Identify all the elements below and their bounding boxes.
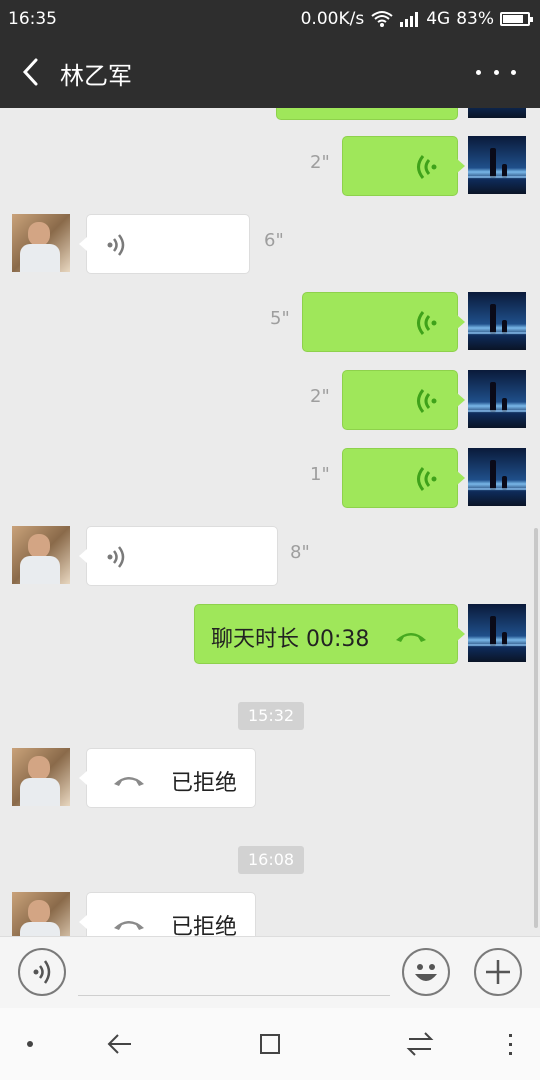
status-right: 0.00K/s 4G 83% — [300, 9, 533, 29]
voice-message[interactable] — [79, 214, 250, 274]
voice-glyph — [33, 960, 51, 984]
time-divider: 16:08 — [238, 846, 305, 874]
more-dots-icon[interactable] — [476, 56, 516, 88]
voice-icon[interactable] — [18, 948, 66, 996]
network-speed: 0.00K/s — [300, 9, 365, 29]
avatar[interactable] — [468, 448, 526, 506]
chat-header: 林乙军 — [0, 38, 540, 108]
call-text: 聊天时长 00:38 — [211, 627, 370, 652]
time-divider: 15:32 — [238, 702, 305, 730]
voice-wave-icon — [417, 311, 437, 335]
dot-icon[interactable] — [14, 1028, 46, 1060]
avatar[interactable] — [468, 292, 526, 350]
back-arrow-icon[interactable] — [104, 1028, 136, 1060]
input-bar — [0, 936, 540, 1008]
switch-icon[interactable] — [404, 1028, 436, 1060]
call-message[interactable]: 聊天时长 00:38 — [194, 604, 465, 664]
avatar[interactable] — [468, 370, 526, 428]
voice-duration: 2" — [310, 152, 330, 173]
avatar[interactable] — [12, 892, 70, 936]
status-time: 16:35 — [8, 9, 57, 29]
voice-wave-icon — [417, 155, 437, 179]
battery-icon — [500, 12, 533, 26]
avatar[interactable] — [12, 748, 70, 806]
voice-duration: 2" — [310, 386, 330, 407]
message-input[interactable] — [78, 995, 390, 996]
voice-message[interactable] — [342, 136, 465, 196]
plus-glyph — [486, 960, 510, 984]
battery-percent: 83% — [456, 9, 494, 29]
phone-hangup-icon — [396, 633, 426, 642]
voice-duration: 1" — [310, 464, 330, 485]
phone-hangup-icon — [114, 777, 144, 786]
home-square-icon[interactable] — [254, 1028, 286, 1060]
emoji-icon[interactable] — [402, 948, 450, 996]
message-list[interactable]: 2" 6" 5" 2" 1" 8" 聊天时长 00:38 15:32 已拒绝 1… — [0, 108, 540, 936]
voice-message[interactable] — [342, 370, 465, 430]
voice-duration: 8" — [290, 542, 310, 563]
scrollbar[interactable] — [534, 528, 538, 928]
status-bar: 16:35 0.00K/s 4G 83% — [0, 0, 540, 38]
chevron-left-icon[interactable] — [16, 56, 48, 88]
voice-wave-icon — [417, 389, 437, 413]
call-message[interactable]: 已拒绝 — [79, 892, 256, 936]
system-nav-bar — [0, 1008, 540, 1080]
call-message[interactable]: 已拒绝 — [79, 748, 256, 808]
avatar[interactable] — [468, 108, 526, 118]
voice-duration: 5" — [270, 308, 290, 329]
emoji-glyph — [415, 964, 437, 981]
call-text: 已拒绝 — [171, 771, 238, 796]
avatar[interactable] — [468, 604, 526, 662]
message-bubble-partial[interactable] — [276, 108, 458, 120]
voice-message[interactable] — [302, 292, 465, 352]
avatar[interactable] — [12, 214, 70, 272]
signal-icon — [400, 12, 419, 27]
page-title: 林乙军 — [60, 62, 132, 90]
plus-icon[interactable] — [474, 948, 522, 996]
voice-message[interactable] — [342, 448, 465, 508]
voice-wave-icon — [107, 234, 125, 256]
voice-wave-icon — [107, 546, 125, 568]
call-text: 已拒绝 — [171, 915, 238, 936]
voice-wave-icon — [417, 467, 437, 491]
phone-hangup-icon — [114, 921, 144, 930]
network-type: 4G — [426, 9, 451, 29]
wifi-icon — [371, 11, 393, 27]
voice-message[interactable] — [79, 526, 278, 586]
avatar[interactable] — [12, 526, 70, 584]
voice-duration: 6" — [264, 230, 284, 251]
menu-icon[interactable] — [494, 1028, 526, 1060]
avatar[interactable] — [468, 136, 526, 194]
